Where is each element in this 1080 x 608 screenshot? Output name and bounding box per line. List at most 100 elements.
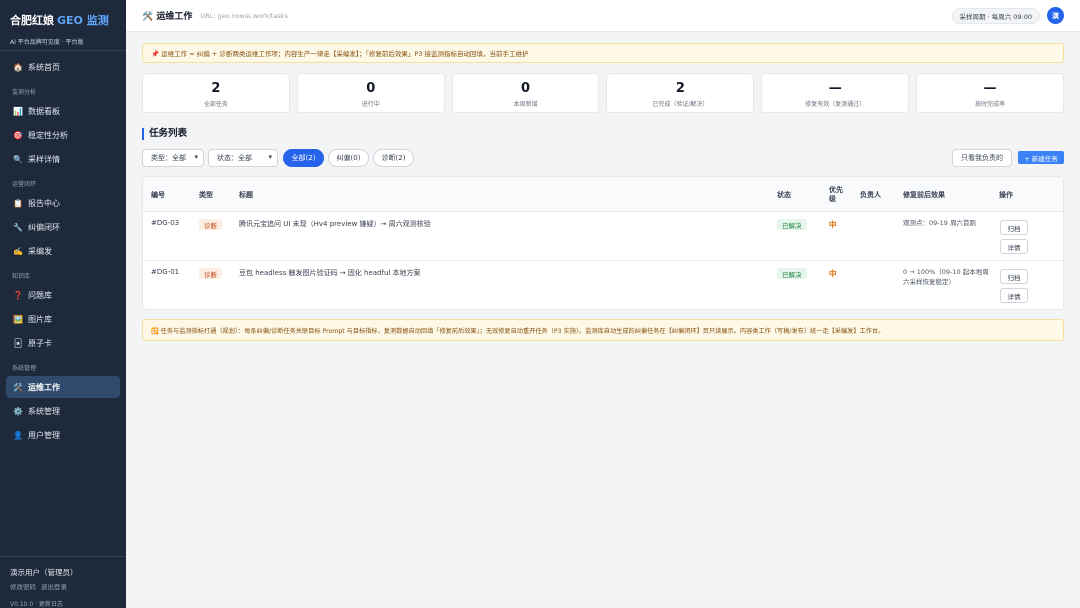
question-icon: ❓ <box>13 290 23 300</box>
sidebar-item-images[interactable]: 🖼️ 图片库 <box>6 308 120 330</box>
sidebar-item-label: 采样详情 <box>28 154 60 164</box>
col-priority-line1: 优先 <box>829 185 843 194</box>
target-icon: 🎯 <box>13 130 23 140</box>
archive-button[interactable]: 归档 <box>1000 220 1028 235</box>
task-id: #DG-01 <box>151 268 180 276</box>
stat-card-fix-effective: — 修复有效（复测通过） <box>761 73 910 113</box>
detail-button[interactable]: 详情 <box>1000 288 1028 303</box>
col-status: 状态 <box>777 190 791 199</box>
writing-icon: ✍️ <box>13 246 23 256</box>
stat-label: 全部任务 <box>203 101 228 108</box>
brand-subtitle: AI 平台品牌可见度 · 平台版 <box>10 39 84 46</box>
task-id: #DG-03 <box>151 219 180 227</box>
sidebar-item-ops[interactable]: 🛠️ 运维工作 <box>6 376 120 398</box>
sidebar-item-label: 原子卡 <box>28 338 52 348</box>
stat-card-new-this-week: 0 本周新增 <box>451 73 600 113</box>
col-owner: 负责人 <box>860 190 881 199</box>
chevron-down-icon: ▾ <box>194 153 198 161</box>
task-title-link[interactable]: 豆包 headless 触发图片验证码 → 固化 headful 本地方案 <box>239 268 421 278</box>
clipboard-icon: 📋 <box>13 198 23 208</box>
stat-label: 已完成（验证/解决） <box>652 101 709 108</box>
sidebar-item-label: 采编发 <box>28 246 52 256</box>
type-select-value: 类型：全部 <box>151 154 186 162</box>
type-badge: 诊断 <box>199 268 222 279</box>
task-title-link[interactable]: 腾讯元宝追问 UI 未现（Hv4 preview 嫌疑）→ 周六观测核验 <box>239 219 431 229</box>
tab-correction[interactable]: 纠偏(0) <box>328 149 369 167</box>
tools-icon: 🛠️ <box>142 12 154 22</box>
main-content: 🛠️ 运维工作 URL: geo.nowai.work/tasks 采样周期 ·… <box>126 0 1080 608</box>
home-icon: 🏠 <box>13 62 23 72</box>
filter-bar: 类型：全部 ▾ 状态：全部 ▾ 全部(2) 纠偏(0) 诊断(2) 只看我负责的 +… <box>142 149 1064 167</box>
stat-value: — <box>828 81 842 96</box>
stat-card-in-progress: 0 进行中 <box>296 73 445 113</box>
stats-row: 2 全部任务 0 进行中 0 本周新增 2 已完成（验证/解决） — 修复有效（复测通过）… <box>142 73 1064 113</box>
table-header: 编号 类型 标题 状态 优先级 负责人 修复前后效果 操作 <box>143 177 1063 212</box>
sidebar-item-users[interactable]: 👤 用户管理 <box>6 424 120 446</box>
col-id: 编号 <box>151 190 165 199</box>
card-icon: 🃏 <box>13 338 23 348</box>
sidebar-item-publish[interactable]: ✍️ 采编发 <box>6 240 120 262</box>
gear-icon: ⚙️ <box>13 406 23 416</box>
stat-label: 本周新增 <box>513 101 538 108</box>
sidebar-item-reports[interactable]: 📋 报告中心 <box>6 192 120 214</box>
sidebar-item-stability[interactable]: 🎯 稳定性分析 <box>6 124 120 146</box>
wrench-icon: 🔧 <box>13 222 23 232</box>
col-priority-line2: 级 <box>829 194 836 203</box>
sidebar-item-correction[interactable]: 🔧 纠偏闭环 <box>6 216 120 238</box>
sidebar-item-label: 数据看板 <box>28 106 60 116</box>
stat-value: 2 <box>675 81 685 96</box>
col-priority: 优先级 <box>829 177 843 212</box>
tab-diagnosis[interactable]: 诊断(2) <box>373 149 414 167</box>
sidebar-nav: 🏠 系统首页 监测分析 📊 数据看板 🎯 稳定性分析 🔍 采样详情 运营闭环 📋 报告中心… <box>6 56 120 448</box>
image-icon: 🖼️ <box>13 314 23 324</box>
nav-group-monitor: 监测分析 <box>12 89 37 96</box>
tools-icon: 🛠️ <box>13 382 23 392</box>
sidebar-item-sampling[interactable]: 🔍 采样详情 <box>6 148 120 170</box>
logout-link[interactable]: 退出登录 <box>41 583 67 591</box>
sidebar-item-label: 系统首页 <box>28 62 60 72</box>
stat-value: — <box>983 81 997 96</box>
section-title: 任务列表 <box>142 128 187 140</box>
info-notice: 📌 运维工作 = 纠偏 + 诊断两类运维工作项；内容生产一律走【采编发】；「修复… <box>142 43 1064 63</box>
nav-group-knowledge: 知识库 <box>12 273 31 280</box>
nav-group-system: 系统管理 <box>12 365 37 372</box>
stat-value: 0 <box>366 81 376 96</box>
stat-value: 2 <box>211 81 221 96</box>
sidebar-item-sysadmin[interactable]: ⚙️ 系统管理 <box>6 400 120 422</box>
status-badge: 已解决 <box>777 219 807 230</box>
brand-title[interactable]: 合肥红娘 GEO 监测 <box>10 12 116 28</box>
stat-label: 修复有效（复测通过） <box>805 101 866 108</box>
archive-button[interactable]: 归档 <box>1000 269 1028 284</box>
tab-all[interactable]: 全部(2) <box>283 149 324 167</box>
only-mine-button[interactable]: 只看我负责的 <box>952 149 1012 167</box>
new-task-button[interactable]: + 新建任务 <box>1018 151 1064 164</box>
sidebar-item-label: 系统管理 <box>28 406 60 416</box>
col-title: 标题 <box>239 190 253 199</box>
sidebar-item-atoms[interactable]: 🃏 原子卡 <box>6 332 120 354</box>
change-password-link[interactable]: 修改密码 <box>10 583 36 591</box>
brand-divider <box>0 50 126 51</box>
sidebar-item-label: 纠偏闭环 <box>28 222 60 232</box>
sidebar: 合肥红娘 GEO 监测 AI 平台品牌可见度 · 平台版 🏠 系统首页 监测分析 📊… <box>0 0 126 608</box>
sidebar-item-label: 运维工作 <box>28 382 60 392</box>
sidebar-item-home[interactable]: 🏠 系统首页 <box>6 56 120 78</box>
page-title-text: 运维工作 <box>156 12 193 22</box>
priority-value: 中 <box>829 269 837 278</box>
effect-value: 观测点：09-19 周六首跑 <box>903 219 976 227</box>
brand-accent: GEO 监测 <box>57 14 109 27</box>
detail-button[interactable]: 详情 <box>1000 239 1028 254</box>
avatar[interactable]: 演 <box>1047 7 1064 24</box>
stat-label: 按时完成率 <box>975 101 1006 108</box>
stat-card-on-time-rate: — 按时完成率 <box>916 73 1064 113</box>
sidebar-item-label: 用户管理 <box>28 430 60 440</box>
status-select[interactable]: 状态：全部 ▾ <box>208 149 278 167</box>
col-actions: 操作 <box>999 190 1013 199</box>
brand-name: 合肥红娘 <box>10 14 54 27</box>
account-links: 修改密码 退出登录 <box>10 581 116 591</box>
version-link[interactable]: V0.10.0 · 更新日志 <box>10 599 116 608</box>
sidebar-item-dashboard[interactable]: 📊 数据看板 <box>6 100 120 122</box>
status-badge: 已解决 <box>777 268 807 279</box>
integration-note: 🔁 任务与监测指标打通（规划）：每条纠偏/诊断任务关联目标 Prompt 与目标… <box>142 319 1064 341</box>
type-select[interactable]: 类型：全部 ▾ <box>142 149 204 167</box>
sidebar-item-questions[interactable]: ❓ 问题库 <box>6 284 120 306</box>
